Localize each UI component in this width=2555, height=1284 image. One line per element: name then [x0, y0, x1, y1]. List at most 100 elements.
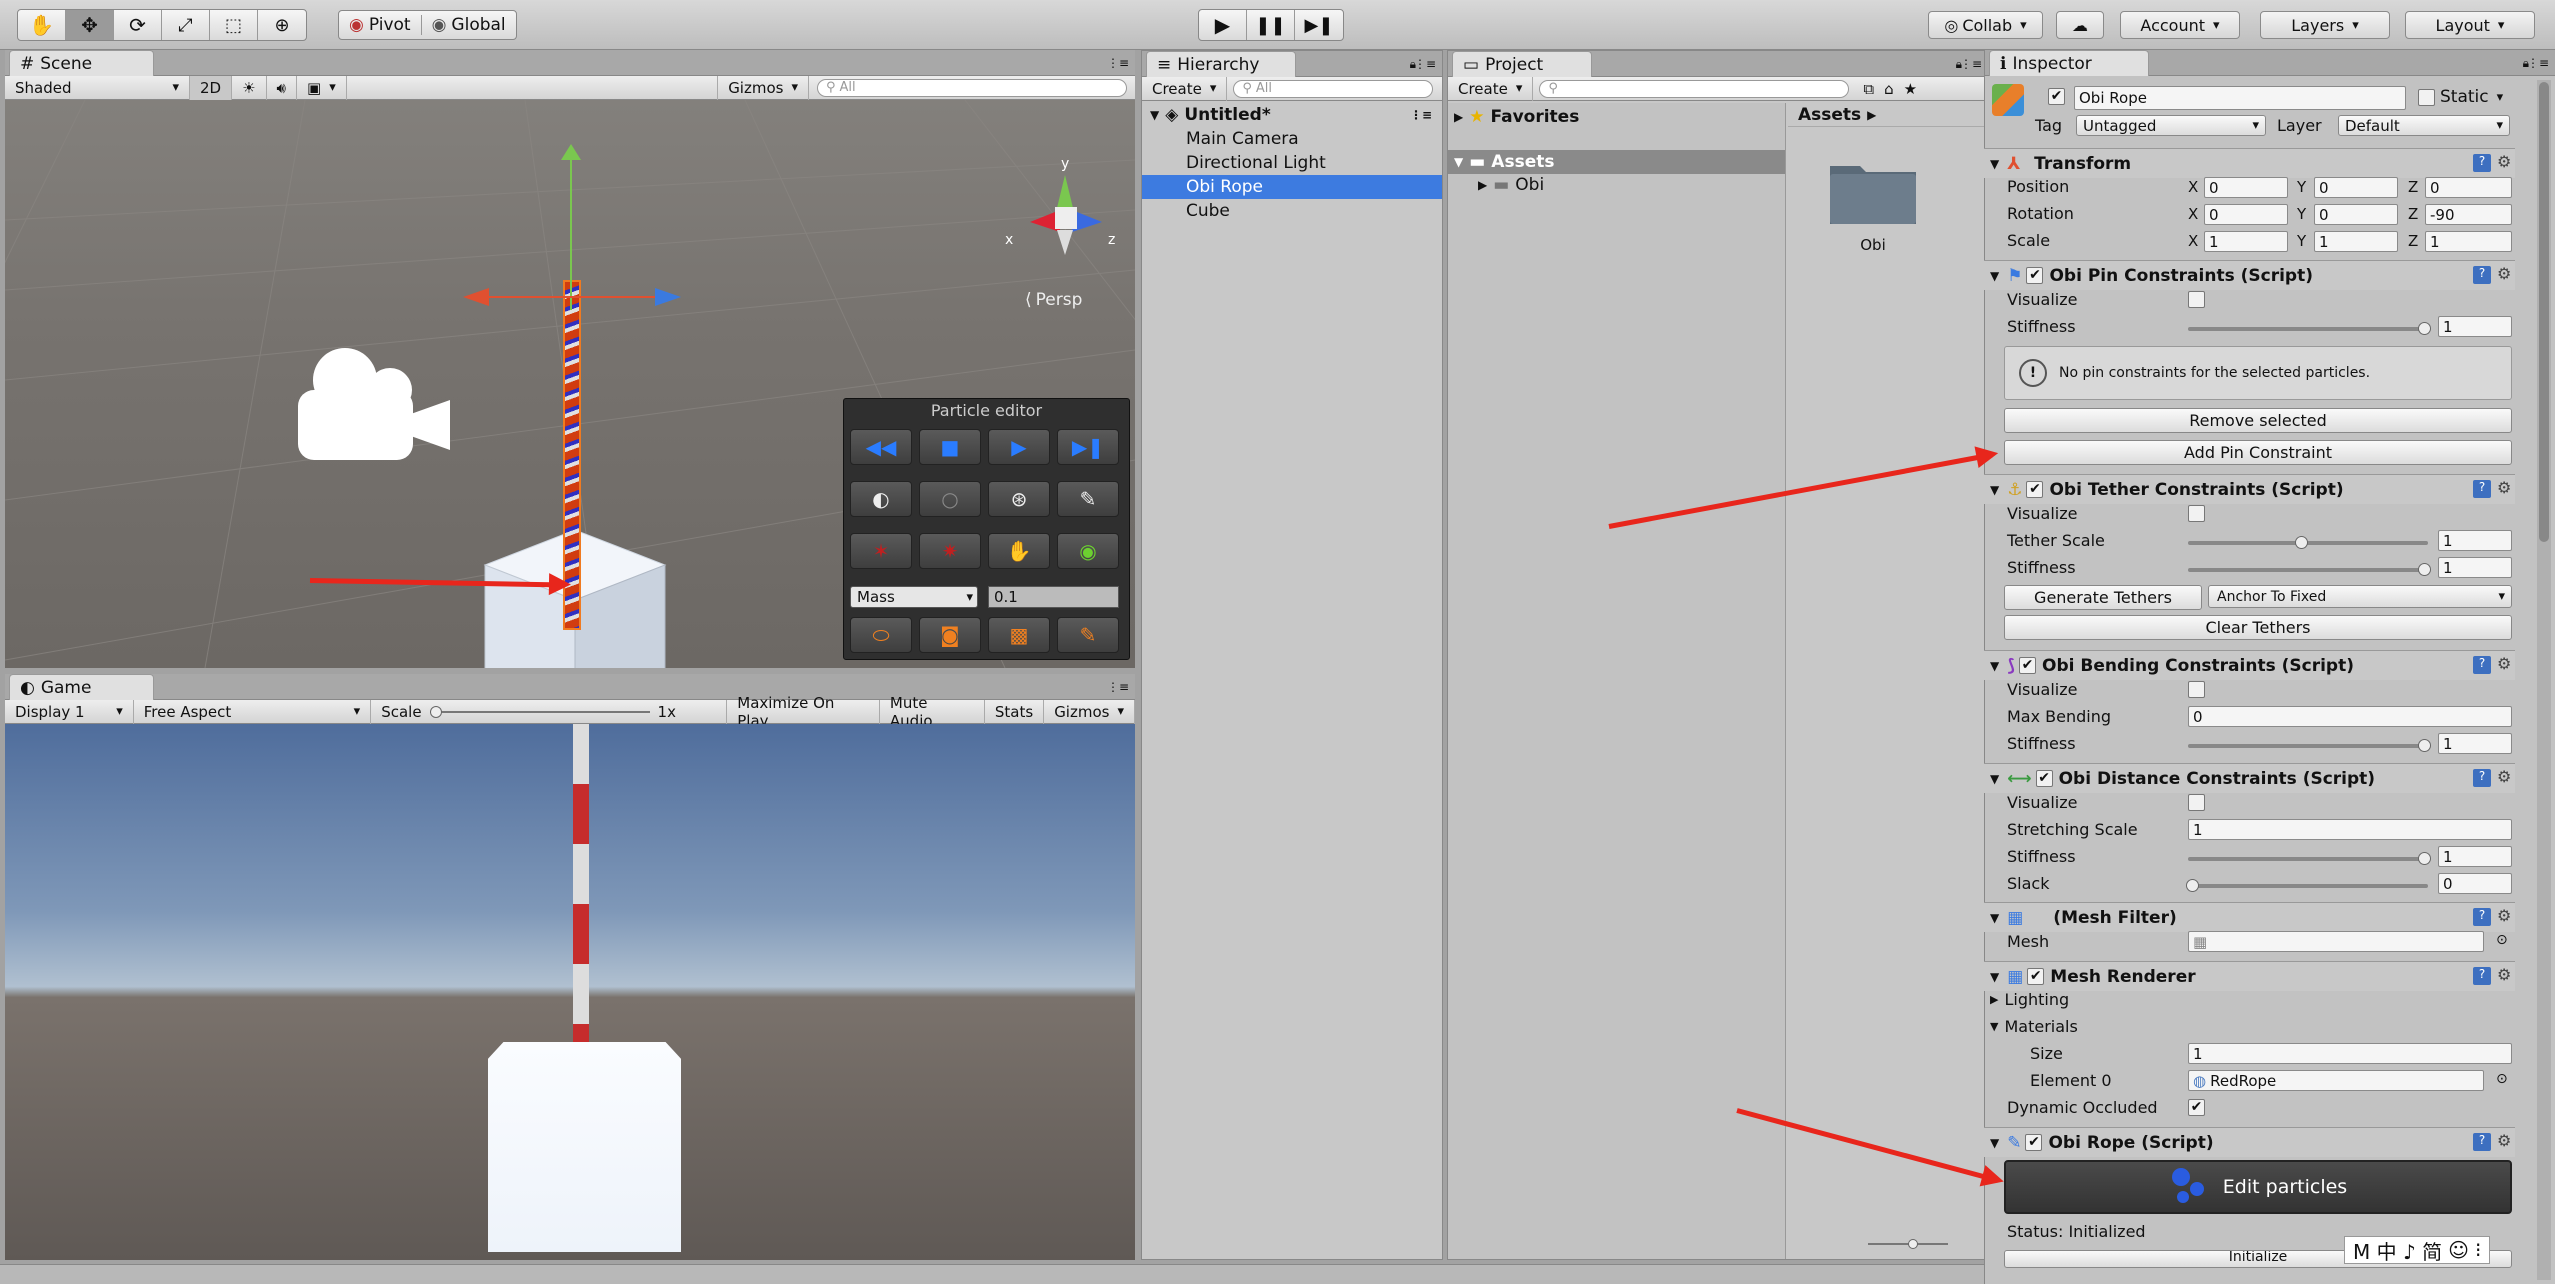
paint-icon[interactable]: ✎ — [1057, 617, 1119, 653]
asset-folder-tile[interactable]: Obi — [1813, 156, 1933, 276]
asset-zoom-slider[interactable] — [1868, 1239, 1948, 1249]
lighting-toggle-icon[interactable]: ☀ — [232, 75, 267, 100]
component-enabled-checkbox[interactable]: ✔ — [2019, 657, 2037, 674]
select-none-icon[interactable]: ○ — [919, 481, 981, 517]
visualize-checkbox[interactable] — [2188, 681, 2205, 698]
stiffness-slider[interactable] — [2188, 568, 2428, 572]
move-gizmo-y-handle-icon[interactable] — [561, 144, 581, 160]
pivot-button[interactable]: ◉ Pivot — [339, 15, 422, 35]
component-settings-gear-icon[interactable]: ⚙ — [2497, 965, 2511, 984]
move-gizmo-x-axis[interactable] — [485, 296, 655, 298]
fill-icon[interactable]: ⬭ — [850, 617, 912, 653]
tab-inspector[interactable]: ℹ Inspector — [1989, 50, 2149, 76]
brush-icon[interactable]: ✎ — [1057, 481, 1119, 517]
static-checkbox[interactable] — [2418, 89, 2435, 106]
rect-tool-icon[interactable]: ⬚ — [210, 10, 258, 40]
transform-all-tool-icon[interactable]: ⊕ — [258, 10, 306, 40]
project-search-input[interactable]: ⚲ — [1539, 79, 1850, 98]
active-checkbox[interactable]: ✔ — [2048, 88, 2065, 105]
fix-icon[interactable]: ✶ — [850, 533, 912, 569]
play-button[interactable]: ▶ — [1199, 10, 1247, 40]
scene-root-item[interactable]: ▼ ◈ Untitled* ⋮≡ — [1142, 103, 1442, 127]
scale-x-input[interactable]: 1 — [2204, 231, 2288, 252]
account-dropdown[interactable]: Account — [2120, 11, 2240, 39]
global-button[interactable]: ◉ Global — [422, 15, 516, 35]
tab-game[interactable]: ◐ Game — [9, 674, 154, 700]
panel-menu-icon[interactable]: ⋮≡ — [1960, 57, 1982, 71]
effects-dropdown-icon[interactable]: ▣ — [297, 75, 347, 100]
dynamic-occluded-checkbox[interactable]: ✔ — [2188, 1099, 2205, 1116]
slider-knob[interactable] — [2295, 536, 2308, 549]
visualize-checkbox[interactable] — [2188, 291, 2205, 308]
panel-menu-icon[interactable]: ⋮≡ — [1107, 680, 1129, 694]
component-settings-gear-icon[interactable]: ⚙ — [2497, 654, 2511, 673]
stop-icon[interactable]: ■ — [919, 429, 981, 465]
scale-tool-icon[interactable]: ⤢ — [162, 10, 210, 40]
component-settings-gear-icon[interactable]: ⚙ — [2497, 478, 2511, 497]
stiffness-input[interactable]: 1 — [2438, 316, 2512, 337]
game-gizmos-dropdown[interactable]: Gizmos — [1044, 699, 1135, 724]
mute-audio-toggle[interactable]: Mute Audio — [880, 694, 985, 730]
visualize-checkbox[interactable] — [2188, 505, 2205, 522]
inspector-scrollbar[interactable] — [2537, 80, 2551, 1280]
favorites-item[interactable]: ▶ ★ Favorites — [1454, 107, 1579, 127]
persp-label[interactable]: ⟨ Persp — [1025, 290, 1082, 310]
maximize-on-play-toggle[interactable]: Maximize On Play — [727, 694, 880, 730]
pin-constraints-header[interactable]: ▼ ⚑ ✔ Obi Pin Constraints (Script) — [1984, 260, 2515, 290]
component-help-icon[interactable]: ? — [2473, 967, 2491, 985]
scene-search-input[interactable]: ⚲ All — [817, 78, 1127, 97]
pause-button[interactable]: ❚❚ — [1247, 10, 1295, 40]
pin-icon[interactable]: ⊛ — [988, 481, 1050, 517]
scale-z-input[interactable]: 1 — [2425, 231, 2512, 252]
generate-tethers-button[interactable]: Generate Tethers — [2004, 585, 2202, 610]
element0-object-field[interactable]: ◍ RedRope — [2188, 1070, 2484, 1091]
favorite-star-icon[interactable]: ★ — [1904, 80, 1917, 98]
tether-anchor-dropdown[interactable]: Anchor To Fixed — [2208, 585, 2512, 608]
hand-paint-icon[interactable]: ✋ — [988, 533, 1050, 569]
aspect-dropdown[interactable]: Free Aspect — [134, 699, 372, 724]
tag-dropdown[interactable]: Untagged — [2076, 115, 2266, 136]
component-help-icon[interactable]: ? — [2473, 480, 2491, 498]
smooth-icon[interactable]: ◙ — [919, 617, 981, 653]
step-button[interactable]: ▶❚ — [1295, 10, 1343, 40]
stretching-scale-input[interactable]: 1 — [2188, 819, 2512, 840]
stats-toggle[interactable]: Stats — [985, 699, 1045, 724]
position-z-input[interactable]: 0 — [2425, 177, 2512, 198]
object-name-input[interactable]: Obi Rope — [2074, 86, 2406, 110]
clear-tethers-button[interactable]: Clear Tethers — [2004, 615, 2512, 640]
layer-dropdown[interactable]: Default — [2338, 115, 2510, 136]
display-dropdown[interactable]: Display 1 — [5, 699, 134, 724]
step-forward-icon[interactable]: ▶❚ — [1057, 429, 1119, 465]
slack-input[interactable]: 0 — [2438, 873, 2512, 894]
hierarchy-create-dropdown[interactable]: Create — [1142, 76, 1228, 101]
rotate-tool-icon[interactable]: ⟳ — [114, 10, 162, 40]
component-settings-gear-icon[interactable]: ⚙ — [2497, 1131, 2511, 1150]
project-create-dropdown[interactable]: Create — [1448, 76, 1534, 101]
mesh-renderer-header[interactable]: ▼ ▦ ✔ Mesh Renderer — [1984, 961, 2515, 991]
rotation-x-input[interactable]: 0 — [2204, 204, 2288, 225]
transform-header[interactable]: ▼ ⅄ Transform — [1984, 148, 2515, 178]
position-x-input[interactable]: 0 — [2204, 177, 2288, 198]
obi-rope-header[interactable]: ▼ ✎ ✔ Obi Rope (Script) — [1984, 1127, 2515, 1157]
object-picker-icon[interactable]: ⊙ — [2496, 1071, 2508, 1087]
component-settings-gear-icon[interactable]: ⚙ — [2497, 152, 2511, 171]
game-viewport[interactable] — [5, 724, 1135, 1260]
property-value-input[interactable]: 0.1 — [988, 586, 1119, 608]
distance-constraints-header[interactable]: ▼ ⟷ ✔ Obi Distance Constraints (Script) — [1984, 763, 2515, 793]
tether-constraints-header[interactable]: ▼ ⚓ ✔ Obi Tether Constraints (Script) — [1984, 474, 2515, 504]
slider-knob[interactable] — [2418, 739, 2431, 752]
component-enabled-checkbox[interactable]: ✔ — [2026, 267, 2044, 284]
audio-toggle-icon[interactable]: 🔊︎ — [267, 75, 297, 100]
component-settings-gear-icon[interactable]: ⚙ — [2497, 264, 2511, 283]
component-enabled-checkbox[interactable]: ✔ — [2026, 481, 2044, 498]
stiffness-slider[interactable] — [2188, 327, 2428, 331]
static-dropdown[interactable]: Static — [2440, 87, 2503, 107]
hierarchy-item[interactable]: Cube — [1142, 199, 1442, 223]
stiffness-slider[interactable] — [2188, 857, 2428, 861]
play-icon[interactable]: ▶ — [988, 429, 1050, 465]
gizmos-dropdown[interactable]: Gizmos — [717, 75, 809, 100]
ime-toolbar[interactable]: M 中 ♪ 简 ☺ ⁝ — [2344, 1236, 2491, 1264]
unfix-icon[interactable]: ✷ — [919, 533, 981, 569]
checker-icon[interactable]: ▩ — [988, 617, 1050, 653]
cloud-button[interactable]: ☁ — [2056, 11, 2104, 39]
